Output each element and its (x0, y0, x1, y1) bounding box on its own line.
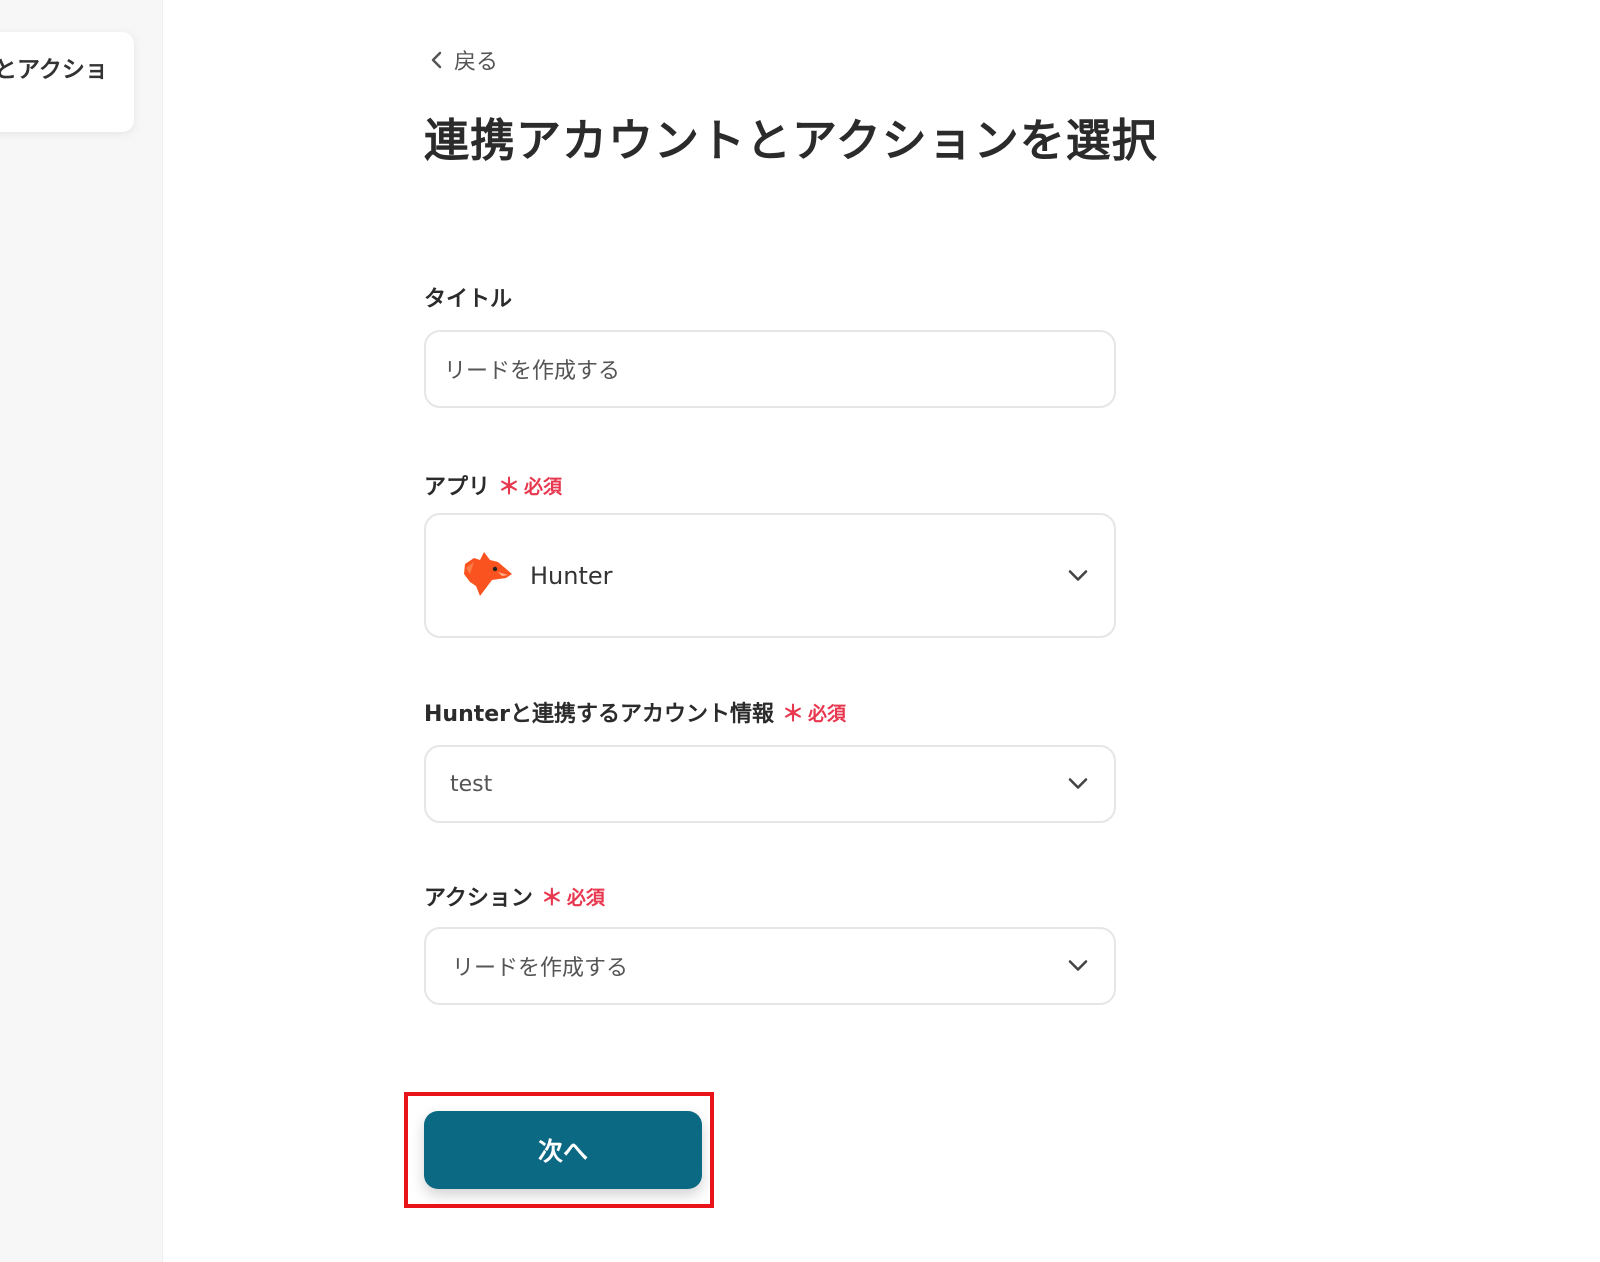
title-input-value: リードを作成する (444, 359, 621, 384)
required-badge: 必須 (524, 475, 563, 498)
left-panel: とアクショ (0, 0, 163, 1262)
chevron-down-icon (1068, 775, 1088, 794)
account-field-label: Hunterと連携するアカウント情報 ＊ 必須 (424, 696, 846, 728)
side-step-label: とアクショ (0, 57, 108, 83)
app-field-label: アプリ ＊ 必須 (424, 469, 562, 501)
app-select-value: Hunter (530, 561, 613, 590)
account-label-text: Hunterと連携するアカウント情報 (424, 702, 775, 727)
back-link[interactable]: 戻る (430, 44, 498, 76)
next-button[interactable]: 次へ (424, 1111, 702, 1189)
chevron-down-icon (1068, 957, 1088, 976)
account-select-value: test (450, 771, 493, 797)
hunter-fox-icon (462, 551, 514, 600)
action-field-label: アクション ＊ 必須 (424, 880, 605, 912)
back-label: 戻る (454, 50, 499, 75)
required-asterisk: ＊ (498, 475, 521, 500)
required-badge: 必須 (808, 702, 847, 725)
action-select[interactable]: リードを作成する (424, 927, 1116, 1005)
action-label-text: アクション (424, 886, 533, 911)
app-label-text: アプリ (424, 475, 491, 500)
title-input[interactable]: リードを作成する (424, 330, 1116, 408)
page-title: 連携アカウントとアクションを選択 (424, 114, 1158, 167)
side-step-card[interactable]: とアクショ (0, 32, 134, 132)
title-label-text: タイトル (424, 287, 513, 312)
required-badge: 必須 (566, 886, 605, 909)
app-select[interactable]: Hunter (424, 513, 1116, 638)
account-select[interactable]: test (424, 745, 1116, 823)
required-asterisk: ＊ (540, 886, 563, 911)
chevron-left-icon (430, 50, 444, 70)
title-field-label: タイトル (424, 281, 512, 313)
required-asterisk: ＊ (782, 702, 805, 727)
chevron-down-icon (1068, 566, 1088, 585)
action-select-value: リードを作成する (452, 956, 629, 981)
